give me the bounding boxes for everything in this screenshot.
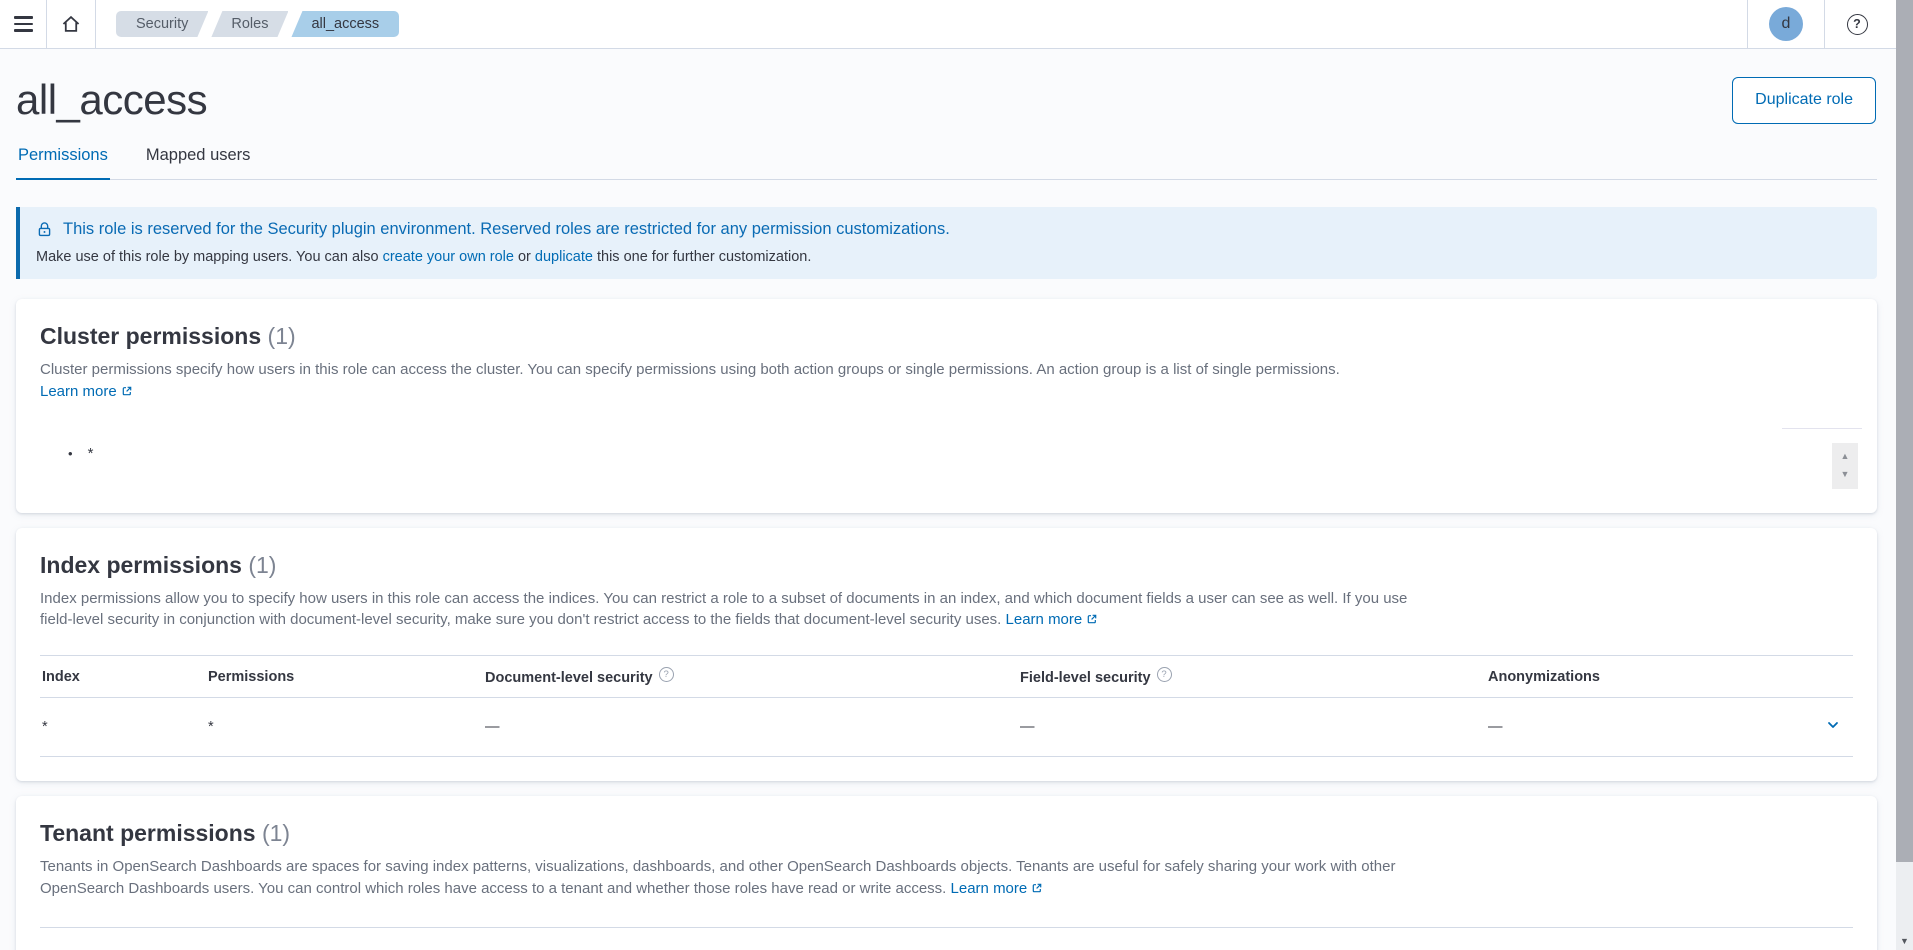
cluster-permissions-count: (1) — [268, 323, 296, 349]
external-link-icon — [121, 385, 133, 397]
callout-body-prefix: Make use of this role by mapping users. … — [36, 249, 383, 265]
cell-anonymizations: — — [1480, 698, 1807, 757]
index-permissions-table: Index Permissions Document-level securit… — [40, 655, 1853, 757]
scroll-down-icon[interactable]: ▼ — [1841, 470, 1850, 479]
tabs: Permissions Mapped users — [16, 132, 1877, 180]
cluster-permissions-panel: Cluster permissions (1) Cluster permissi… — [16, 299, 1877, 513]
reserved-role-callout: This role is reserved for the Security p… — [16, 207, 1877, 279]
tenant-permissions-count: (1) — [262, 820, 290, 846]
home-icon — [60, 13, 82, 35]
duplicate-link[interactable]: duplicate — [535, 249, 593, 265]
page-title: all_access — [16, 76, 207, 124]
tab-mapped-users[interactable]: Mapped users — [144, 132, 253, 180]
breadcrumb-security[interactable]: Security — [116, 11, 208, 37]
cell-permissions: * — [200, 698, 477, 757]
callout-body-mid: or — [514, 249, 535, 265]
callout-title-text: This role is reserved for the Security p… — [63, 220, 950, 239]
tenant-permissions-title: Tenant permissions — [40, 820, 256, 846]
column-permissions: Permissions — [200, 656, 477, 698]
lock-icon — [36, 221, 53, 238]
menu-icon[interactable] — [0, 0, 46, 48]
tab-permissions[interactable]: Permissions — [16, 132, 110, 180]
breadcrumb-all-access[interactable]: all_access — [291, 11, 399, 37]
cluster-learn-more-link[interactable]: Learn more — [40, 383, 133, 400]
duplicate-role-button[interactable]: Duplicate role — [1732, 77, 1876, 124]
tenant-permissions-panel: Tenant permissions (1) Tenants in OpenSe… — [16, 796, 1877, 950]
external-link-icon — [1031, 882, 1043, 894]
question-icon[interactable]: ? — [659, 667, 674, 682]
cluster-permission-value: * — [88, 445, 94, 462]
tenant-permissions-description: Tenants in OpenSearch Dashboards are spa… — [40, 856, 1440, 900]
cluster-permissions-description-text: Cluster permissions specify how users in… — [40, 361, 1340, 378]
bullet-icon: • — [68, 446, 73, 461]
column-index: Index — [40, 656, 200, 698]
question-icon[interactable]: ? — [1157, 667, 1172, 682]
home-button[interactable] — [47, 0, 95, 48]
header-divider — [95, 0, 96, 48]
page-scrollbar[interactable]: ▼ — [1896, 0, 1913, 950]
help-icon[interactable]: ? — [1847, 14, 1868, 35]
cell-index: * — [40, 698, 200, 757]
index-permissions-description-text: Index permissions allow you to specify h… — [40, 590, 1407, 629]
avatar[interactable]: d — [1769, 7, 1803, 41]
cluster-permissions-description: Cluster permissions specify how users in… — [40, 359, 1380, 403]
index-learn-more-link[interactable]: Learn more — [1006, 611, 1099, 628]
index-permissions-panel: Index permissions (1) Index permissions … — [16, 528, 1877, 782]
column-anonymizations: Anonymizations — [1480, 656, 1807, 698]
scrollbar-down-arrow[interactable]: ▼ — [1896, 936, 1913, 946]
scrollbar-thumb[interactable] — [1896, 0, 1913, 862]
index-permissions-description: Index permissions allow you to specify h… — [40, 588, 1440, 632]
callout-body: Make use of this role by mapping users. … — [36, 249, 1861, 265]
create-your-own-role-link[interactable]: create your own role — [383, 249, 514, 265]
tenant-learn-more-link[interactable]: Learn more — [951, 880, 1044, 897]
scroll-up-icon[interactable]: ▲ — [1841, 452, 1850, 461]
list-scroll-edge — [1782, 428, 1862, 429]
breadcrumb: Security Roles all_access — [116, 0, 399, 48]
expand-row-button[interactable] — [1825, 717, 1841, 737]
list-scroll-stepper[interactable]: ▲ ▼ — [1832, 443, 1858, 489]
tenant-permissions-description-text: Tenants in OpenSearch Dashboards are spa… — [40, 858, 1396, 897]
column-document-level-security: Document-level security? — [477, 656, 1012, 698]
callout-body-suffix: this one for further customization. — [593, 249, 811, 265]
table-row: * * — — — — [40, 698, 1853, 757]
chevron-down-icon — [1825, 717, 1841, 733]
cluster-permissions-title: Cluster permissions — [40, 323, 261, 349]
app-header: Security Roles all_access d ? — [0, 0, 1913, 49]
cell-field-level-security: — — [1012, 698, 1480, 757]
main-content: all_access Duplicate role Permissions Ma… — [16, 76, 1877, 950]
cluster-permission-item: •* — [40, 431, 1853, 462]
index-permissions-title: Index permissions — [40, 552, 242, 578]
cluster-permission-list: •* ▲ ▼ — [40, 431, 1853, 489]
column-expand — [1807, 656, 1853, 698]
tenant-section-divider — [40, 927, 1853, 928]
external-link-icon — [1086, 613, 1098, 625]
table-header-row: Index Permissions Document-level securit… — [40, 656, 1853, 698]
cell-document-level-security: — — [477, 698, 1012, 757]
index-permissions-count: (1) — [248, 552, 276, 578]
breadcrumb-roles[interactable]: Roles — [211, 11, 288, 37]
column-field-level-security: Field-level security? — [1012, 656, 1480, 698]
